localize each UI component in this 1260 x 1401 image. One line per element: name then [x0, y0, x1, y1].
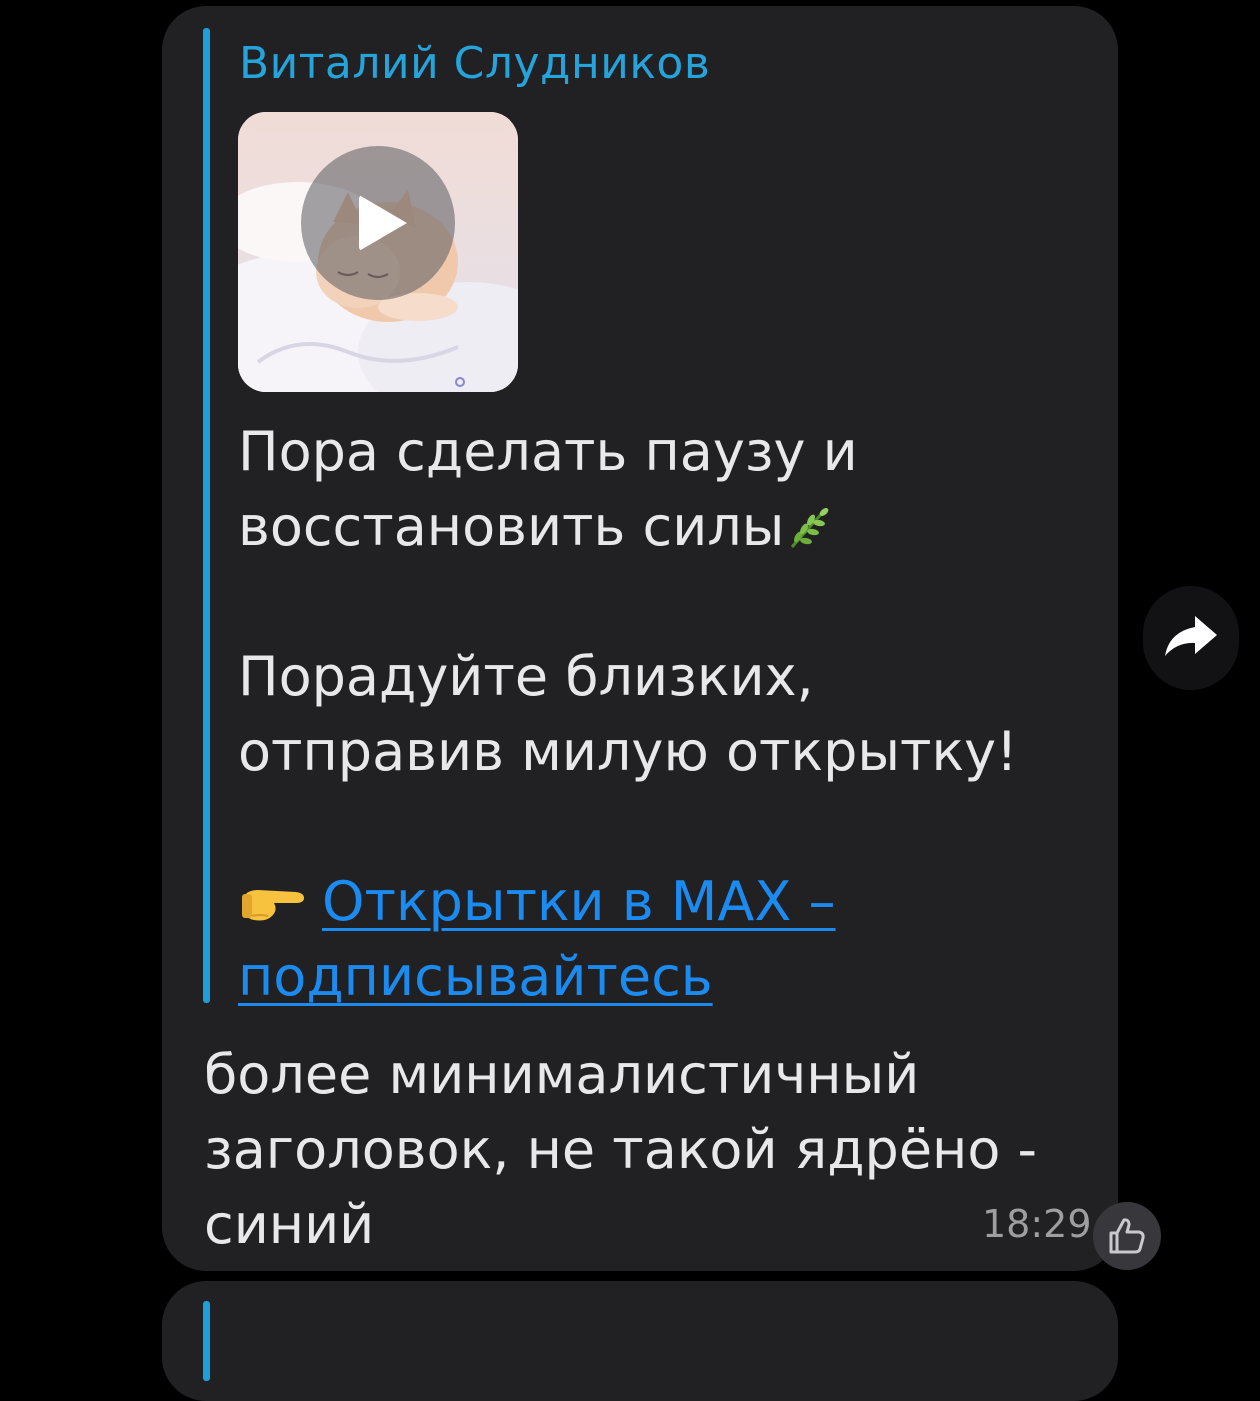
post-link-line: подписывайтесь: [238, 939, 1078, 1014]
pointing-hand-emoji: [242, 890, 304, 921]
thumbs-up-icon: [1109, 1218, 1145, 1254]
quoted-post-text: Пора сделать паузу и восстановить силы П…: [238, 414, 1078, 1014]
reply-line: заголовок, не такой ядрёно -: [204, 1118, 1038, 1181]
reply-text: более минималистичный заголовок, не тако…: [204, 1037, 1084, 1262]
post-link-line: Открытки в MAX –: [238, 864, 1078, 939]
reaction-button[interactable]: [1093, 1202, 1161, 1270]
quote-bar: [203, 28, 210, 1003]
channel-link[interactable]: Открытки в MAX –: [322, 870, 836, 933]
post-line: отправив милую открытку!: [238, 720, 1018, 783]
quoted-post[interactable]: Виталий Слудников Пора сделать паузу и в…: [203, 28, 1083, 1008]
post-line: Пора сделать паузу и: [238, 420, 858, 483]
message-bubble[interactable]: Виталий Слудников Пора сделать паузу и в…: [162, 6, 1118, 1271]
post-line: Порадуйте близких,: [238, 645, 814, 708]
next-message-bubble[interactable]: [162, 1281, 1118, 1401]
play-icon: [359, 195, 407, 251]
video-thumbnail[interactable]: [238, 112, 518, 392]
forward-button[interactable]: [1143, 586, 1239, 690]
reply-line: более минималистичный: [204, 1043, 920, 1106]
quote-bar: [203, 1301, 210, 1381]
reply-line: синий: [204, 1193, 375, 1256]
play-button[interactable]: [301, 146, 455, 300]
post-line-text: восстановить силы: [238, 495, 785, 558]
message-time: 18:29: [982, 1202, 1092, 1246]
forward-arrow-icon: [1165, 616, 1217, 656]
post-line: восстановить силы: [238, 489, 1078, 564]
herb-emoji: [791, 508, 829, 548]
channel-link[interactable]: подписывайтесь: [238, 945, 713, 1008]
quoted-sender-name[interactable]: Виталий Слудников: [239, 38, 710, 89]
